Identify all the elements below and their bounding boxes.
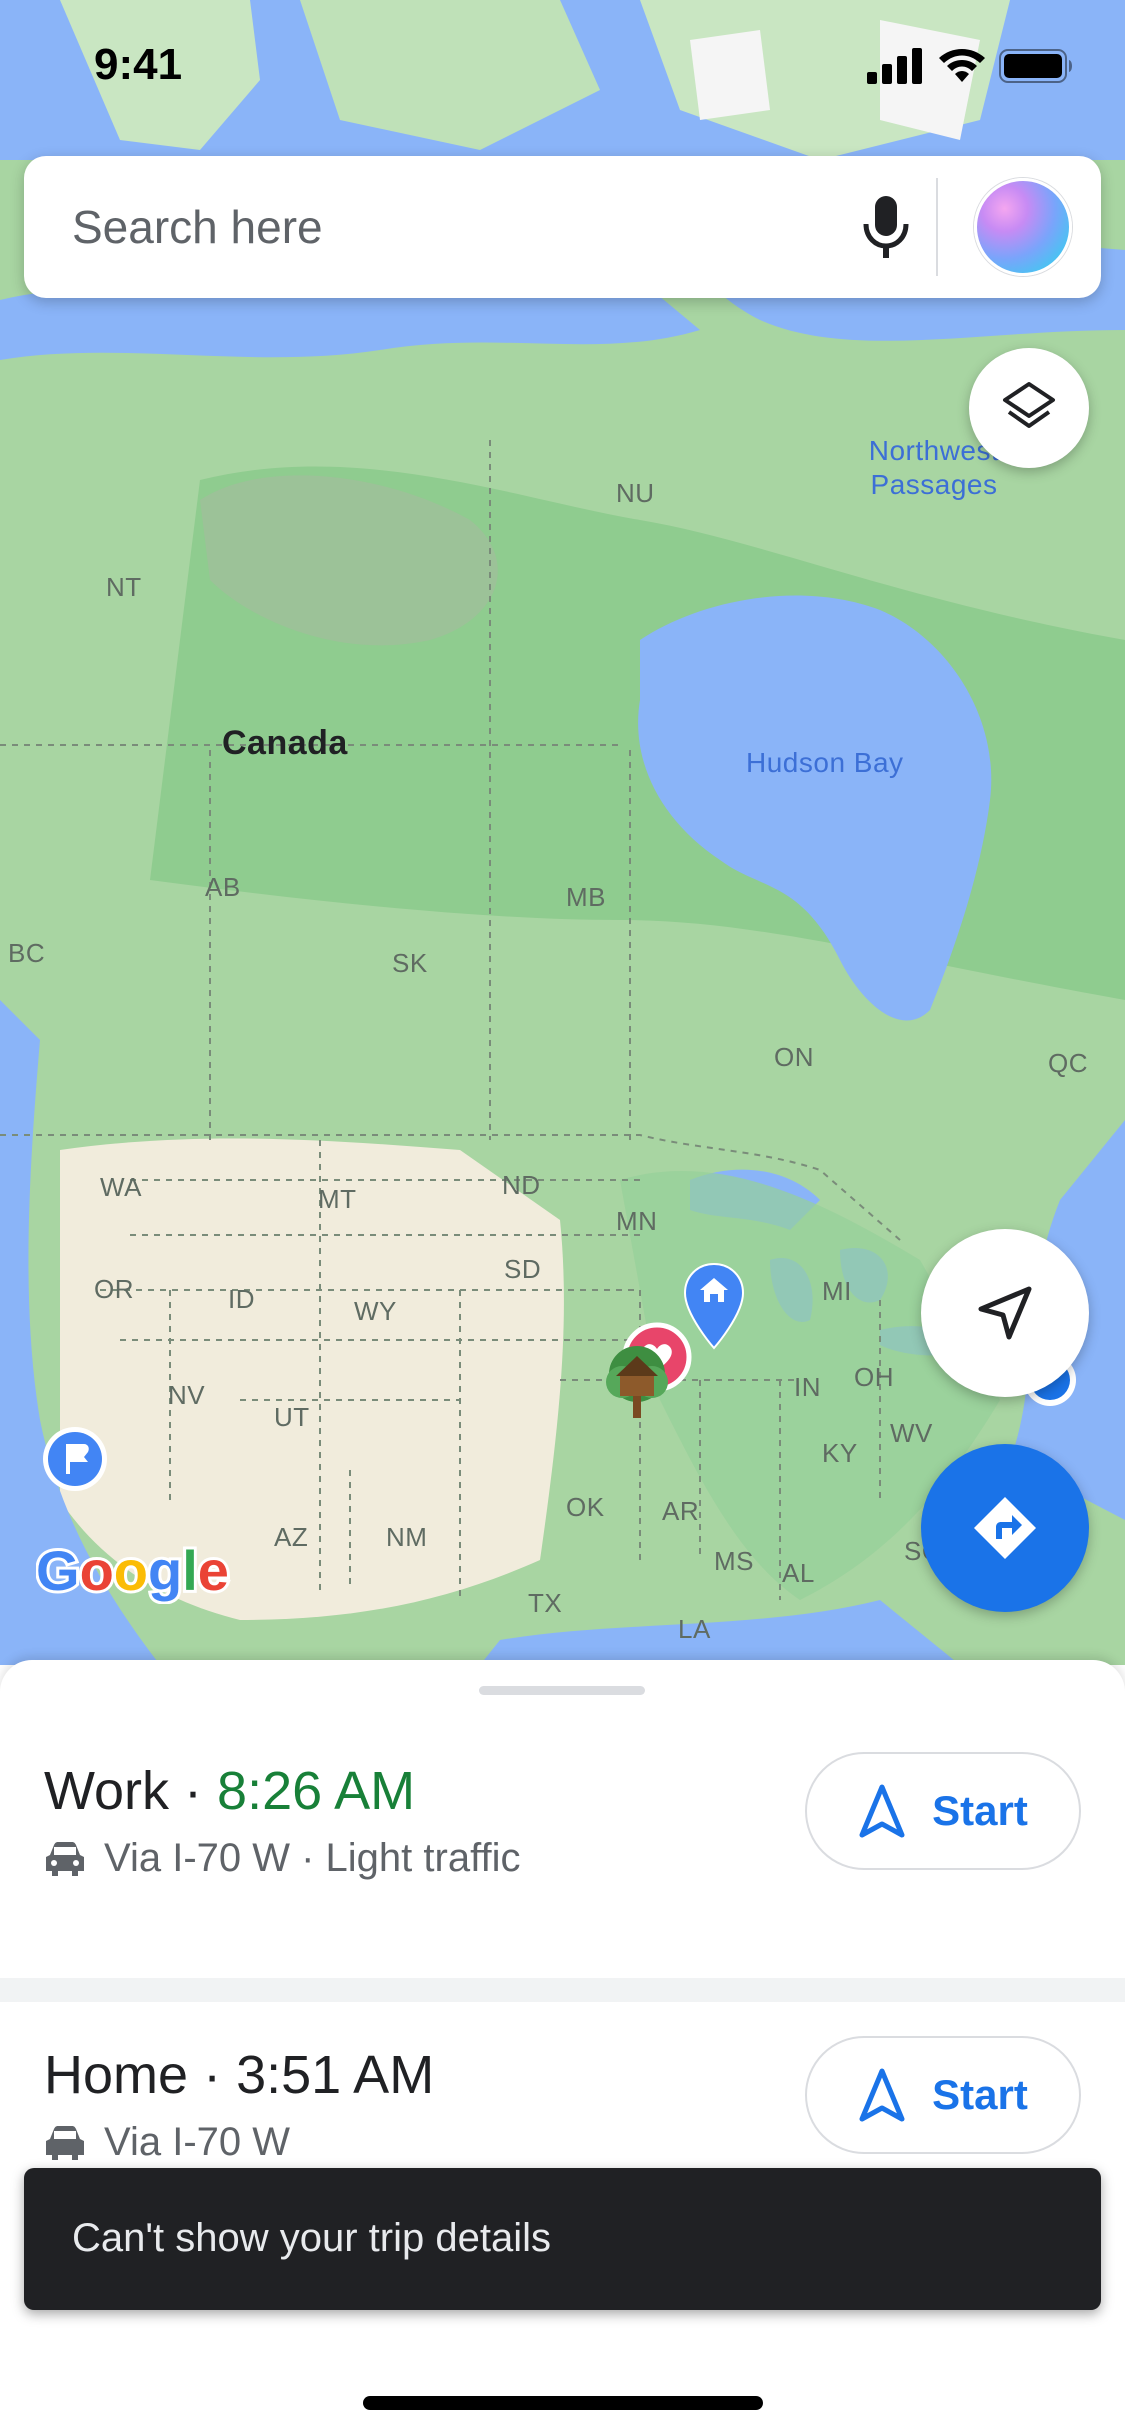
bottom-sheet[interactable]: Work · 8:26 AM Via I-70 W · Light traffi…	[0, 1660, 1125, 2436]
trip-separator: ·	[203, 2045, 222, 2105]
car-icon	[46, 2125, 84, 2160]
map-label-nu: NU	[616, 478, 655, 508]
navigation-start-icon	[859, 2068, 905, 2122]
section-divider	[0, 1978, 1125, 2002]
toast-message: Can't show your trip details	[72, 2216, 551, 2260]
map-label-sd: SD	[504, 1254, 542, 1284]
wifi-icon	[939, 49, 985, 82]
directions-button[interactable]	[921, 1444, 1089, 1612]
map-label-nt: NT	[106, 572, 142, 602]
navigation-start-icon	[859, 1784, 905, 1838]
map-label-hudson-bay: Hudson Bay	[746, 747, 904, 778]
map-label-az: AZ	[274, 1522, 309, 1552]
trip-place: Home	[44, 2045, 189, 2105]
map-label-ar: AR	[662, 1496, 700, 1526]
layers-button[interactable]	[969, 348, 1089, 468]
map-label-on: ON	[774, 1042, 814, 1072]
home-indicator[interactable]	[363, 2396, 763, 2410]
start-label: Start	[932, 2071, 1028, 2118]
map-label-mn: MN	[616, 1206, 658, 1236]
map-label-ms: MS	[714, 1546, 754, 1576]
trip-subtitle: Via I-70 W	[44, 2120, 290, 2165]
map-label-ky: KY	[822, 1438, 858, 1468]
trip-route: Via I-70 W	[104, 2120, 290, 2164]
status-bar: 9:41	[0, 0, 1125, 140]
map-label-wa: WA	[100, 1172, 142, 1202]
start-button[interactable]: Start	[805, 2036, 1081, 2154]
search-divider	[936, 178, 938, 276]
map-label-wv: WV	[890, 1418, 933, 1448]
map-label-ut: UT	[274, 1402, 310, 1432]
trip-title: Work · 8:26 AM	[44, 1760, 415, 1822]
map-label-tx: TX	[528, 1588, 563, 1618]
trip-subtitle: Via I-70 W · Light traffic	[44, 1836, 520, 1881]
trip-eta: 3:51 AM	[236, 2045, 435, 2105]
drag-handle[interactable]	[479, 1686, 645, 1695]
map-label-ok: OK	[566, 1492, 605, 1522]
microphone-icon[interactable]	[860, 194, 912, 260]
map-label-ab: AB	[205, 872, 241, 902]
my-location-button[interactable]	[921, 1229, 1089, 1397]
svg-text:Google: Google	[36, 1540, 229, 1602]
map-label-mt: MT	[318, 1184, 357, 1214]
map-label-sk: SK	[392, 948, 428, 978]
start-button[interactable]: Start	[805, 1752, 1081, 1870]
map-label-nv: NV	[168, 1380, 206, 1410]
search-bar[interactable]: Search here	[24, 156, 1101, 298]
status-time: 9:41	[94, 40, 183, 89]
map-label-mi: MI	[822, 1276, 852, 1306]
start-label: Start	[932, 1787, 1028, 1834]
map-label-in: IN	[794, 1372, 821, 1402]
battery-icon	[999, 49, 1072, 83]
account-avatar[interactable]	[974, 178, 1072, 276]
trip-title: Home · 3:51 AM	[44, 2044, 434, 2106]
map-label-qc: QC	[1048, 1048, 1088, 1078]
map-label-oh: OH	[854, 1362, 894, 1392]
search-input[interactable]: Search here	[72, 200, 323, 254]
map-label-al: AL	[782, 1558, 815, 1588]
map-label-mb: MB	[566, 882, 606, 912]
navigation-arrow-icon	[978, 1286, 1032, 1340]
directions-icon	[974, 1497, 1036, 1559]
map-label-bc: BC	[8, 938, 46, 968]
map-label-id: ID	[228, 1284, 255, 1314]
map-label-la: LA	[678, 1614, 711, 1644]
layers-icon	[1003, 382, 1055, 428]
map-label-or: OR	[94, 1274, 134, 1304]
car-icon	[46, 1841, 84, 1876]
trip-eta: 8:26 AM	[217, 1761, 416, 1821]
cellular-signal-icon	[867, 48, 922, 84]
map-label-nd: ND	[502, 1170, 541, 1200]
trip-place: Work	[44, 1761, 170, 1821]
map-label-wy: WY	[354, 1296, 397, 1326]
trip-route: Via I-70 W · Light traffic	[104, 1836, 521, 1880]
treehouse-marker[interactable]	[602, 1344, 672, 1420]
parking-marker[interactable]	[40, 1424, 110, 1494]
trip-separator: ·	[184, 1761, 203, 1821]
google-logo: Google Google	[36, 1540, 232, 1604]
map-label-canada: Canada	[222, 724, 348, 762]
status-icons	[867, 48, 1075, 84]
map-label-nm: NM	[386, 1522, 428, 1552]
trip-row-work[interactable]: Work · 8:26 AM Via I-70 W · Light traffi…	[0, 1752, 1125, 1980]
snackbar-toast: Can't show your trip details	[24, 2168, 1101, 2310]
